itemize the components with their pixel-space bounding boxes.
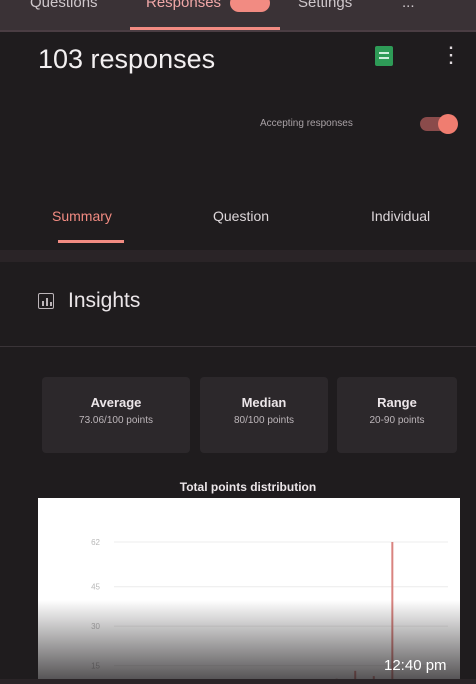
top-tab-bar: Questions Responses Settings ... [0, 0, 476, 30]
points-distribution-chart: 15 30 45 62 [38, 498, 460, 679]
tab-question[interactable]: Question [213, 208, 269, 224]
stat-value: 73.06/100 points [42, 415, 190, 426]
insights-icon [38, 293, 54, 309]
tab-settings[interactable]: Settings [298, 0, 352, 11]
stat-value: 20-90 points [337, 415, 457, 426]
sheets-icon[interactable] [375, 46, 393, 66]
page-title: 103 responses [38, 44, 215, 75]
responses-count-badge [230, 0, 270, 12]
summary-tab-underline [58, 240, 124, 243]
chart-title: Total points distribution [0, 480, 476, 494]
toggle-knob [438, 114, 458, 134]
stat-value: 80/100 points [200, 415, 328, 426]
stat-label: Range [337, 395, 457, 410]
chart-bar[interactable] [354, 671, 356, 679]
accepting-responses-toggle[interactable] [420, 117, 454, 131]
y-tick-label: 45 [91, 583, 100, 592]
insights-title: Insights [68, 289, 140, 313]
clock-time: 12:40 pm [384, 657, 447, 674]
y-tick-label: 30 [91, 622, 100, 631]
tab-responses[interactable]: Responses [146, 0, 221, 11]
accepting-responses-label: Accepting responses [260, 118, 353, 129]
stat-card-average: Average 73.06/100 points [42, 377, 190, 453]
stat-card-range: Range 20-90 points [337, 377, 457, 453]
tab-questions[interactable]: Questions [30, 0, 98, 11]
y-tick-label: 62 [91, 538, 100, 547]
stat-card-median: Median 80/100 points [200, 377, 328, 453]
chart-svg: 15 30 45 62 [38, 498, 460, 679]
tab-more[interactable]: ... [402, 0, 415, 11]
stat-label: Average [42, 395, 190, 410]
insights-divider [0, 346, 476, 347]
tab-individual[interactable]: Individual [371, 208, 430, 224]
section-gap [0, 250, 476, 262]
tab-summary[interactable]: Summary [52, 208, 112, 224]
stat-label: Median [200, 395, 328, 410]
y-tick-label: 15 [91, 662, 100, 671]
more-vert-icon[interactable]: ⋮ [440, 44, 462, 66]
